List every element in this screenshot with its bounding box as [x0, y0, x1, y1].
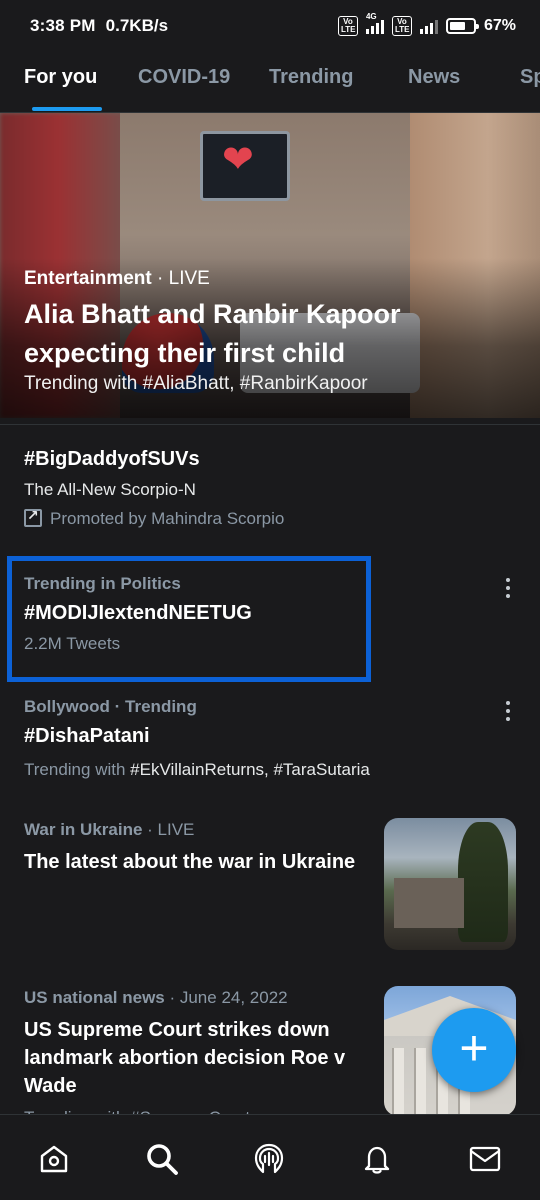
ukraine-story-image[interactable] — [384, 818, 516, 950]
heart-icon: ❤ — [222, 139, 254, 181]
home-icon[interactable] — [36, 1141, 72, 1177]
more-options-icon[interactable] — [498, 576, 518, 600]
story-date: · June 24, 2022 — [164, 988, 288, 1007]
status-net-speed: 0.7KB/s — [105, 16, 169, 35]
story-ukraine[interactable]: War in Ukraine · LIVE The latest about t… — [24, 820, 364, 877]
compose-tweet-button[interactable]: + — [432, 1008, 516, 1092]
story-supreme-court[interactable]: US national news · June 24, 2022 US Supr… — [24, 988, 374, 1118]
battery-icon — [445, 18, 479, 34]
story-category: US national news — [24, 988, 165, 1007]
promoted-description: The All-New Scorpio-N — [24, 480, 196, 499]
status-time: 3:38 PM — [30, 16, 96, 35]
hero-story[interactable]: ❤ Entertainment · LIVE Alia Bhatt and Ra… — [0, 113, 540, 418]
promoted-title: #BigDaddyofSUVs — [24, 448, 200, 470]
notifications-icon[interactable] — [359, 1141, 395, 1177]
hero-trending-with: Trending with #AliaBhatt, #RanbirKapoor — [24, 373, 368, 394]
trend-title: #MODIJIextendNEETUG — [24, 602, 252, 624]
signal-icon-2 — [419, 18, 438, 34]
trend-bollywood[interactable]: Bollywood · Trending #DishaPatani Trendi… — [24, 697, 516, 780]
story-status: · LIVE — [142, 820, 195, 839]
trend-title: #DishaPatani — [24, 725, 150, 747]
trend-politics[interactable]: Trending in Politics #MODIJIextendNEETUG… — [24, 574, 516, 654]
story-title: US Supreme Court strikes down landmark a… — [24, 1019, 346, 1097]
status-bar: 3:38 PM 0.7KB/s Vo LTE 4G Vo LTE 67% — [0, 0, 540, 52]
section-divider — [0, 424, 540, 425]
promoted-trend[interactable]: #BigDaddyofSUVs The All-New Scorpio-N Pr… — [24, 448, 516, 529]
story-title: The latest about the war in Ukraine — [24, 851, 356, 873]
trending-with-prefix: Trending with — [24, 760, 131, 779]
volte-icon-2: Vo LTE — [391, 16, 412, 36]
tab-news[interactable]: News — [408, 66, 460, 89]
hero-meta: Entertainment · LIVE — [24, 268, 210, 290]
promoted-icon — [24, 507, 42, 527]
trend-count: 2.2M Tweets — [24, 634, 121, 653]
more-options-icon[interactable] — [498, 699, 518, 723]
story-category: War in Ukraine — [24, 820, 143, 839]
bottom-navigation — [0, 1114, 540, 1200]
tab-for-you[interactable]: For you — [24, 66, 97, 89]
tab-trending[interactable]: Trending — [269, 66, 353, 89]
battery-percent: 67% — [483, 17, 516, 34]
hero-category: Entertainment — [24, 268, 152, 289]
active-tab-indicator — [32, 107, 102, 111]
plus-icon: + — [459, 1020, 489, 1076]
promoted-by: Promoted by Mahindra Scorpio — [50, 509, 285, 528]
trend-category: Bollywood · Trending — [24, 697, 197, 716]
tab-covid-19[interactable]: COVID-19 — [138, 66, 230, 89]
search-icon[interactable] — [144, 1141, 180, 1177]
signal-icon: 4G — [365, 12, 384, 34]
trend-category: Trending in Politics — [24, 574, 181, 593]
trending-with-tags[interactable]: #EkVillainReturns, #TaraSutaria — [130, 760, 370, 779]
hero-status: · LIVE — [151, 268, 210, 289]
spaces-icon[interactable] — [251, 1141, 287, 1177]
tab-sports[interactable]: Sp — [520, 66, 540, 89]
volte-icon: Vo LTE — [337, 16, 358, 36]
messages-icon[interactable] — [467, 1141, 503, 1177]
hero-headline: Alia Bhatt and Ranbir Kapoor expecting t… — [24, 299, 401, 368]
explore-tabs: For you COVID-19 Trending News Sp — [0, 52, 540, 112]
